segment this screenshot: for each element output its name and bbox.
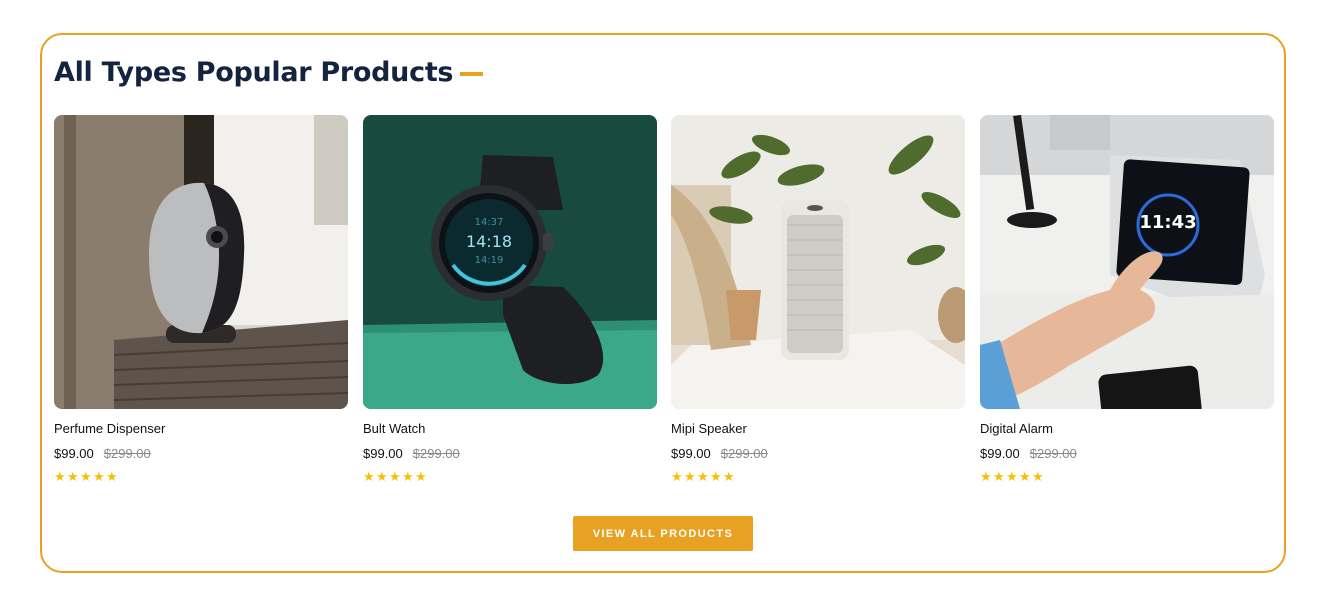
product-image[interactable]: 14:37 14:18 14:19 [363, 115, 657, 409]
product-image[interactable] [54, 115, 348, 409]
product-prices: $99.00 $299.00 [671, 446, 965, 461]
product-grid: Perfume Dispenser $99.00 $299.00 ★ ★ ★ ★… [54, 115, 1274, 495]
product-old-price: $299.00 [103, 446, 151, 461]
star-icon: ★ [415, 469, 427, 484]
product-image[interactable]: 11:43 [980, 115, 1274, 409]
product-card[interactable]: 14:37 14:18 14:19 Bult Watch $99.00 $299… [363, 115, 657, 483]
product-prices: $99.00 $299.00 [54, 446, 348, 461]
product-name[interactable]: Digital Alarm [980, 421, 1274, 436]
product-name[interactable]: Mipi Speaker [671, 421, 965, 436]
watch-time-top: 14:37 [475, 217, 504, 228]
product-name[interactable]: Bult Watch [363, 421, 657, 436]
product-old-price: $299.00 [720, 446, 768, 461]
star-icon: ★ [1019, 469, 1031, 484]
rating-stars: ★ ★ ★ ★ ★ [54, 469, 348, 484]
product-image[interactable] [671, 115, 965, 409]
product-price: $99.00 [980, 446, 1020, 461]
star-icon: ★ [1006, 469, 1018, 484]
section-title: All Types Popular Products [54, 57, 454, 88]
star-icon: ★ [684, 469, 696, 484]
smart-display-image: 11:43 [980, 115, 1274, 409]
star-icon: ★ [671, 469, 683, 484]
star-icon: ★ [710, 469, 722, 484]
product-old-price: $299.00 [412, 446, 460, 461]
view-all-products-button[interactable]: VIEW ALL PRODUCTS [573, 516, 753, 551]
star-icon: ★ [376, 469, 388, 484]
star-icon: ★ [363, 469, 375, 484]
star-icon: ★ [697, 469, 709, 484]
product-card[interactable]: Perfume Dispenser $99.00 $299.00 ★ ★ ★ ★… [54, 115, 348, 483]
speaker-image [671, 115, 965, 409]
watch-image: 14:37 14:18 14:19 [363, 115, 657, 409]
product-card[interactable]: Mipi Speaker $99.00 $299.00 ★ ★ ★ ★ ★ [671, 115, 965, 483]
rating-stars: ★ ★ ★ ★ ★ [671, 469, 965, 484]
product-price: $99.00 [54, 446, 94, 461]
camera-image [54, 115, 348, 409]
star-icon: ★ [993, 469, 1005, 484]
star-icon: ★ [80, 469, 92, 484]
rating-stars: ★ ★ ★ ★ ★ [363, 469, 657, 484]
star-icon: ★ [389, 469, 401, 484]
star-icon: ★ [402, 469, 414, 484]
product-prices: $99.00 $299.00 [980, 446, 1274, 461]
watch-time-bottom: 14:19 [475, 255, 504, 266]
star-icon: ★ [54, 469, 66, 484]
product-old-price: $299.00 [1029, 446, 1077, 461]
popular-products-section: All Types Popular Products Perfume Dispe… [40, 33, 1286, 573]
star-icon: ★ [723, 469, 735, 484]
title-accent-dash [460, 71, 484, 76]
product-price: $99.00 [671, 446, 711, 461]
display-time: 11:43 [1139, 212, 1196, 233]
rating-stars: ★ ★ ★ ★ ★ [980, 469, 1274, 484]
star-icon: ★ [980, 469, 992, 484]
section-heading: All Types Popular Products [54, 57, 484, 88]
product-prices: $99.00 $299.00 [363, 446, 657, 461]
product-price: $99.00 [363, 446, 403, 461]
star-icon: ★ [93, 469, 105, 484]
product-card[interactable]: 11:43 Digital Alarm $99.00 $299.00 ★ ★ ★… [980, 115, 1274, 483]
watch-time: 14:18 [466, 232, 512, 251]
star-icon: ★ [1032, 469, 1044, 484]
product-name[interactable]: Perfume Dispenser [54, 421, 348, 436]
star-icon: ★ [67, 469, 79, 484]
star-icon: ★ [106, 469, 118, 484]
